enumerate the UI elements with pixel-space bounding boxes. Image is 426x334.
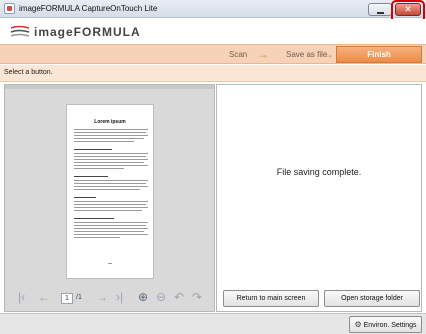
title-bar: imageFORMULA CaptureOnTouch Lite ✕ (0, 0, 426, 18)
rotate-left-icon[interactable]: ↶ (174, 290, 184, 304)
step-bar: Scan → Save as file → Finish (0, 44, 426, 64)
instruction-bar: Select a button. (0, 65, 426, 82)
step-scan: Scan (229, 50, 248, 59)
result-pane: File saving complete. (216, 84, 422, 312)
imageformula-logo-icon (10, 25, 30, 37)
previous-page-icon[interactable]: ← (38, 290, 50, 304)
preview-header-strip (5, 85, 214, 89)
minimize-button[interactable] (368, 3, 392, 16)
step-arrow-icon: → (322, 47, 334, 61)
rotate-right-icon[interactable]: ↷ (192, 290, 202, 304)
open-storage-folder-button[interactable]: Open storage folder (324, 290, 420, 307)
window-title: imageFORMULA CaptureOnTouch Lite (19, 4, 158, 13)
zoom-in-icon[interactable]: ⊕ (138, 290, 148, 304)
environ-settings-button[interactable]: ⚙ Environ. Settings (349, 316, 422, 333)
return-to-main-button[interactable]: Return to main screen (223, 290, 319, 307)
next-page-icon[interactable]: → (96, 290, 108, 304)
last-page-icon[interactable]: ›| (116, 290, 123, 304)
step-finish: Finish (336, 46, 422, 63)
step-arrow-icon: → (257, 47, 269, 61)
zoom-out-icon[interactable]: ⊖ (156, 290, 166, 304)
logo-text: imageFORMULA (34, 25, 141, 39)
current-page-input[interactable]: 1 (61, 293, 73, 304)
total-pages: /1 (76, 294, 82, 301)
app-icon (4, 3, 15, 14)
settings-icon: ⚙ (354, 320, 362, 329)
preview-pane: Lorem ipsum (4, 84, 215, 312)
footer-bar: ⚙ Environ. Settings (0, 313, 426, 334)
environ-settings-label: Environ. Settings (363, 322, 417, 329)
document-page-thumbnail: Lorem ipsum (66, 104, 154, 279)
brand-bar: imageFORMULA (0, 19, 426, 44)
first-page-icon[interactable]: |‹ (18, 290, 25, 304)
page-navigation-toolbar: |‹ ← 1 /1 → ›| ⊕ ⊖ ↶ ↷ (18, 290, 218, 308)
status-message: File saving complete. (276, 167, 362, 177)
instruction-text: Select a button. (4, 69, 53, 76)
document-title: Lorem ipsum (94, 119, 126, 125)
